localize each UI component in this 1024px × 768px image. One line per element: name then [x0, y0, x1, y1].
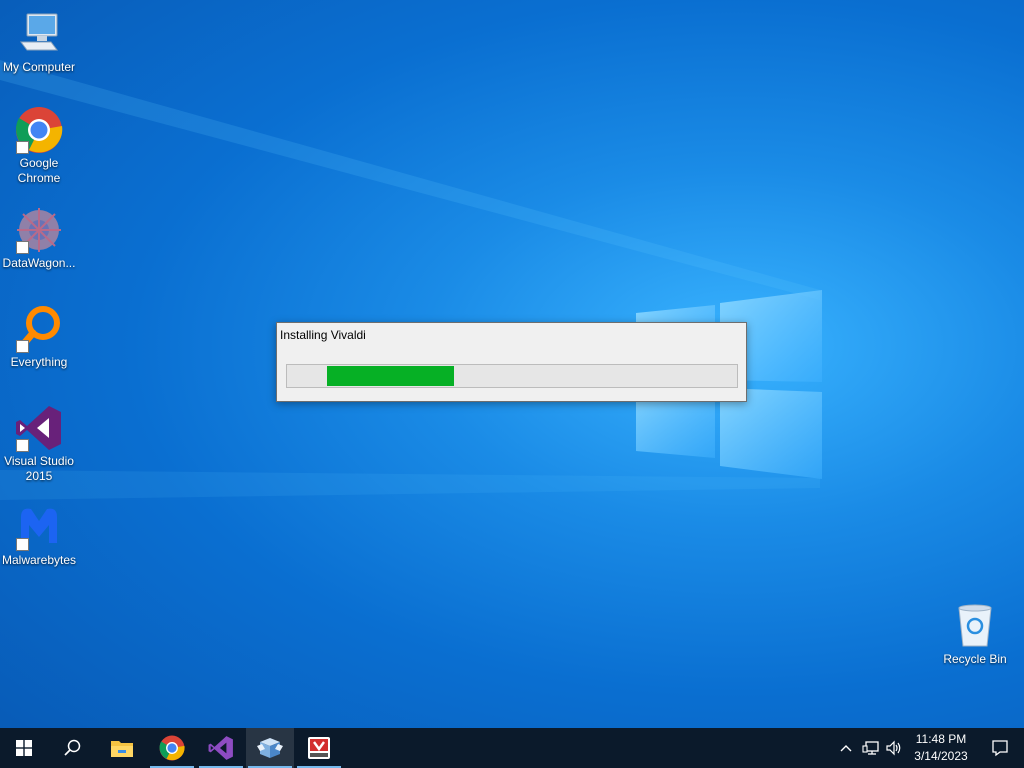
desktop-icon-recycle-bin[interactable]: Recycle Bin — [936, 602, 1014, 667]
start-button[interactable] — [0, 728, 48, 768]
volume-icon — [886, 740, 901, 756]
desktop-icon-everything[interactable]: Everything — [0, 305, 78, 370]
desktop-icon-google-chrome[interactable]: Google Chrome — [0, 106, 78, 186]
search-button[interactable] — [48, 728, 96, 768]
chevron-up-icon — [840, 745, 852, 752]
datawagon-icon — [15, 206, 63, 254]
desktop-icon-label: My Computer — [2, 60, 76, 74]
vivaldi-installer-icon — [308, 737, 330, 759]
recycle-bin-icon — [951, 602, 999, 650]
shortcut-arrow-icon — [16, 439, 29, 452]
volume-button[interactable] — [883, 728, 905, 768]
computer-icon — [15, 10, 63, 58]
search-icon — [64, 739, 81, 756]
shortcut-arrow-icon — [16, 340, 29, 353]
taskbar: 11:48 PM 3/14/2023 — [0, 728, 1024, 768]
network-button[interactable] — [859, 728, 883, 768]
desktop-icon-label: Recycle Bin — [943, 652, 1007, 666]
dialog-title: Installing Vivaldi — [280, 328, 366, 342]
installer-progress-bar — [286, 364, 738, 388]
desktop-icon-malwarebytes[interactable]: Malwarebytes — [0, 503, 78, 568]
taskbar-chrome[interactable] — [148, 728, 196, 768]
desktop: My Computer Google Chrome DataWagon... E… — [0, 0, 1024, 728]
desktop-icon-label: Visual Studio 2015 — [4, 454, 74, 483]
taskbar-clock[interactable]: 11:48 PM 3/14/2023 — [906, 731, 976, 767]
malwarebytes-icon — [15, 503, 63, 551]
desktop-icon-label: DataWagon... — [2, 256, 76, 270]
desktop-icon-my-computer[interactable]: My Computer — [0, 10, 78, 75]
clock-time: 11:48 PM — [915, 732, 967, 746]
windows-start-icon — [16, 740, 32, 756]
installer-icon — [257, 738, 283, 758]
visual-studio-icon — [15, 404, 63, 452]
file-explorer-icon — [111, 741, 133, 757]
taskbar-installer[interactable] — [246, 728, 294, 768]
shortcut-arrow-icon — [16, 141, 29, 154]
installer-dialog: Installing Vivaldi — [276, 322, 747, 402]
taskbar-vivaldi-installer[interactable] — [295, 728, 343, 768]
taskbar-file-explorer[interactable] — [98, 728, 146, 768]
desktop-icon-label: Everything — [10, 355, 68, 369]
action-center-button[interactable] — [976, 728, 1024, 768]
clock-date: 3/14/2023 — [914, 749, 968, 763]
desktop-icon-label: Google Chrome — [17, 156, 61, 185]
chrome-icon — [15, 106, 63, 154]
network-icon — [862, 741, 879, 755]
chrome-icon — [159, 735, 185, 761]
visual-studio-icon — [208, 736, 233, 760]
everything-icon — [15, 305, 63, 353]
desktop-icon-datawagon[interactable]: DataWagon... — [0, 206, 78, 271]
notification-icon — [992, 740, 1008, 757]
desktop-icon-visual-studio[interactable]: Visual Studio 2015 — [0, 404, 78, 484]
show-hidden-icons-button[interactable] — [836, 728, 856, 768]
shortcut-arrow-icon — [16, 241, 29, 254]
desktop-icon-label: Malwarebytes — [2, 553, 77, 567]
shortcut-arrow-icon — [16, 538, 29, 551]
taskbar-visual-studio[interactable] — [197, 728, 245, 768]
installer-progress-fill — [327, 366, 454, 386]
